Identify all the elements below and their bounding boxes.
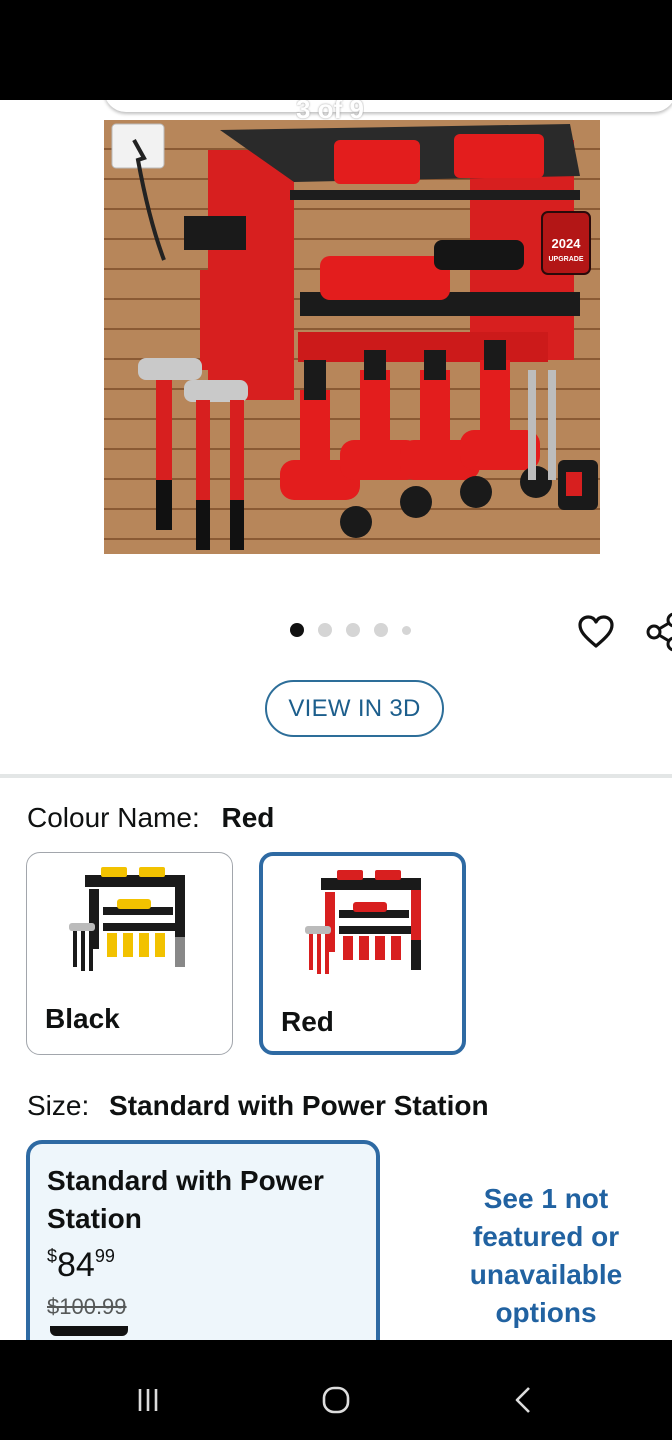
colour-label: Colour Name: xyxy=(27,802,200,833)
share-icon xyxy=(646,612,672,652)
colour-option-black[interactable]: Black xyxy=(26,852,233,1055)
recent-apps-icon xyxy=(138,1389,158,1411)
colour-value: Red xyxy=(221,802,275,833)
image-pager-dots[interactable] xyxy=(290,621,411,639)
size-label: Size: xyxy=(27,1090,90,1121)
close-icon xyxy=(40,102,64,126)
home-icon xyxy=(322,1386,350,1414)
pager-dot[interactable] xyxy=(318,623,332,637)
status-bar xyxy=(0,0,672,100)
list-price: $100.99 xyxy=(47,1294,127,1319)
colour-option-red[interactable]: Red xyxy=(259,852,466,1055)
product-image[interactable]: 2024 UPGRADE xyxy=(104,120,600,554)
colour-option-label: Black xyxy=(45,1003,120,1034)
size-option-standard-with-power-station[interactable]: Standard with Power Station $8499 $100.9… xyxy=(26,1140,380,1340)
black-rack-thumbnail xyxy=(69,867,185,971)
see-unavailable-options-link[interactable]: See 1 not featured or unavailable option… xyxy=(448,1180,644,1332)
pager-dot[interactable] xyxy=(374,623,388,637)
heart-icon xyxy=(578,615,614,648)
price-whole: 84 xyxy=(57,1246,95,1284)
colour-name-row: Colour Name: Red xyxy=(27,802,274,834)
share-button[interactable] xyxy=(644,612,672,652)
section-divider xyxy=(0,774,672,778)
price: $8499 xyxy=(47,1246,115,1285)
badge-text: UPGRADE xyxy=(548,256,583,263)
back-button[interactable] xyxy=(502,1378,546,1422)
home-button[interactable] xyxy=(314,1378,358,1422)
size-option-title: Standard with Power Station xyxy=(47,1165,324,1234)
close-gallery-button[interactable] xyxy=(30,100,74,128)
recent-apps-button[interactable] xyxy=(126,1378,170,1422)
image-counter: 3 of 9 xyxy=(296,100,364,124)
view-in-3d-button[interactable]: VIEW IN 3D xyxy=(265,680,444,737)
pager-dot[interactable] xyxy=(290,623,304,637)
pager-dot[interactable] xyxy=(402,625,411,635)
colour-option-label: Red xyxy=(281,1006,334,1037)
partial-element xyxy=(50,1326,128,1336)
system-nav-bar xyxy=(0,1340,672,1440)
tool-rack-illustration: 2024 UPGRADE xyxy=(111,123,598,550)
price-currency: $ xyxy=(47,1246,58,1266)
size-row: Size: Standard with Power Station xyxy=(27,1090,489,1122)
gallery-header-pill xyxy=(104,100,672,112)
red-rack-thumbnail xyxy=(305,870,421,974)
pager-dot[interactable] xyxy=(346,623,360,637)
wishlist-button[interactable] xyxy=(576,612,616,652)
image-gallery[interactable]: 3 of 9 2024 UPGRADE VIEW IN 3D xyxy=(0,100,672,870)
back-icon xyxy=(515,1387,530,1413)
size-value: Standard with Power Station xyxy=(109,1090,489,1121)
product-page: 3 of 9 2024 UPGRADE VIEW IN 3D Colour Na… xyxy=(0,100,672,1340)
badge-year: 2024 xyxy=(552,236,582,251)
price-fraction: 99 xyxy=(94,1246,115,1266)
